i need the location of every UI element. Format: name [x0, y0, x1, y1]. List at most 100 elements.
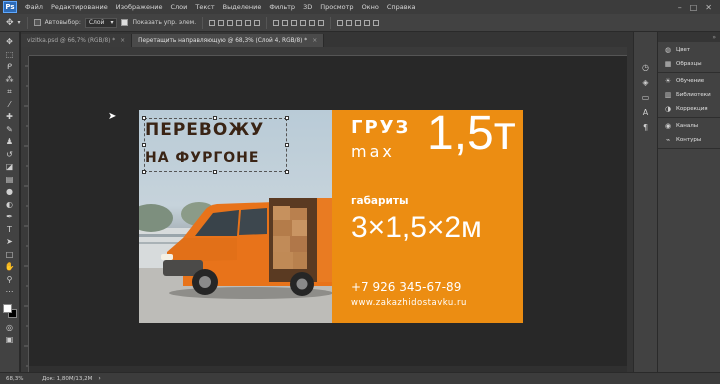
- move-tool-icon[interactable]: ✥: [3, 36, 17, 48]
- align-vcenter-icon[interactable]: [218, 19, 225, 26]
- transform-handle[interactable]: [285, 116, 289, 120]
- align-right-icon[interactable]: [254, 19, 261, 26]
- distribute-bottom-icon[interactable]: [291, 19, 298, 26]
- history-panel-icon[interactable]: ◷: [641, 62, 651, 72]
- close-icon[interactable]: ✕: [705, 3, 712, 12]
- marquee-tool-icon[interactable]: ⬚: [3, 49, 17, 61]
- distribute-top-icon[interactable]: [273, 19, 280, 26]
- stamp-tool-icon[interactable]: ♟: [3, 136, 17, 148]
- weight-value[interactable]: 1,5т: [427, 110, 516, 161]
- ruler-corner[interactable]: [21, 47, 29, 56]
- distribute-left-icon[interactable]: [300, 19, 307, 26]
- character-panel-icon[interactable]: A: [641, 107, 651, 117]
- type-tool-icon[interactable]: T: [3, 224, 17, 236]
- 3d-rotate-icon[interactable]: [337, 19, 344, 26]
- path-selection-tool-icon[interactable]: ➤: [3, 236, 17, 248]
- lasso-tool-icon[interactable]: ᑭ: [3, 61, 17, 73]
- gradient-tool-icon[interactable]: ▤: [3, 174, 17, 186]
- transform-bounding-box[interactable]: [142, 116, 289, 174]
- distribute-vcenter-icon[interactable]: [282, 19, 289, 26]
- color-swatches[interactable]: [2, 303, 18, 321]
- panel-paths[interactable]: ⌁ Контуры: [664, 136, 720, 144]
- autoselect-dropdown[interactable]: Слой ▾: [84, 17, 118, 28]
- transform-handle[interactable]: [285, 143, 289, 147]
- eraser-tool-icon[interactable]: ◪: [3, 161, 17, 173]
- 3d-slide-icon[interactable]: [364, 19, 371, 26]
- tab-active-document[interactable]: Перетащить направляющую @ 68,3% (Слой 4,…: [132, 34, 325, 47]
- layers-panel-icon[interactable]: ◈: [641, 77, 651, 87]
- menu-layers[interactable]: Слои: [166, 3, 191, 11]
- menu-type[interactable]: Текст: [191, 3, 218, 11]
- transform-handle[interactable]: [142, 170, 146, 174]
- paragraph-panel-icon[interactable]: ¶: [641, 122, 651, 132]
- zoom-tool-icon[interactable]: ⚲: [3, 274, 17, 286]
- move-tool-icon[interactable]: ✥: [6, 18, 14, 28]
- transform-handle[interactable]: [142, 116, 146, 120]
- dimensions-value[interactable]: 3×1,5×2м: [351, 211, 482, 245]
- distribute-hcenter-icon[interactable]: [309, 19, 316, 26]
- distribute-right-icon[interactable]: [318, 19, 325, 26]
- document-canvas[interactable]: ПЕРЕВОЖУ НА ФУРГОНЕ ГРУЗ max 1,5т габари…: [139, 110, 523, 323]
- panel-color[interactable]: ◍ Цвет: [664, 46, 720, 54]
- menu-3d[interactable]: 3D: [299, 3, 316, 11]
- horizontal-ruler[interactable]: [29, 47, 627, 56]
- 3d-pan-icon[interactable]: [355, 19, 362, 26]
- website-url[interactable]: www.zakazhidostavku.ru: [351, 298, 467, 308]
- panel-adjustments[interactable]: ◑ Коррекция: [664, 105, 720, 113]
- rectangle-tool-icon[interactable]: □: [3, 249, 17, 261]
- transform-handle[interactable]: [213, 116, 217, 120]
- blur-tool-icon[interactable]: ●: [3, 186, 17, 198]
- dodge-tool-icon[interactable]: ◐: [3, 199, 17, 211]
- panel-libraries[interactable]: ▥ Библиотеки: [664, 91, 720, 99]
- align-left-icon[interactable]: [236, 19, 243, 26]
- maximize-icon[interactable]: □: [690, 3, 698, 12]
- 3d-scale-icon[interactable]: [373, 19, 380, 26]
- menu-filter[interactable]: Фильтр: [265, 3, 299, 11]
- phone-number[interactable]: +7 926 345-67-89: [351, 280, 461, 294]
- brush-tool-icon[interactable]: ✎: [3, 124, 17, 136]
- panel-collapse-bar[interactable]: »: [658, 32, 720, 42]
- cargo-label[interactable]: ГРУЗ: [351, 117, 410, 138]
- history-brush-tool-icon[interactable]: ↺: [3, 149, 17, 161]
- menu-edit[interactable]: Редактирование: [47, 3, 112, 11]
- screen-mode-icon[interactable]: ▣: [3, 334, 17, 346]
- menu-select[interactable]: Выделение: [219, 3, 266, 11]
- magic-wand-tool-icon[interactable]: ⁂: [3, 74, 17, 86]
- hand-tool-icon[interactable]: ✋: [3, 261, 17, 273]
- tab-close-icon[interactable]: ×: [120, 37, 125, 44]
- autoselect-checkbox[interactable]: [33, 19, 41, 26]
- eyedropper-tool-icon[interactable]: ⁄: [3, 99, 17, 111]
- crop-tool-icon[interactable]: ⌗: [3, 86, 17, 98]
- show-controls-checkbox[interactable]: [121, 19, 129, 26]
- tab-vizitka[interactable]: vizitka.psd @ 66,7% (RGB/8) * ×: [21, 34, 133, 47]
- menu-file[interactable]: Файл: [21, 3, 47, 11]
- 3d-roll-icon[interactable]: [346, 19, 353, 26]
- properties-panel-icon[interactable]: ▭: [641, 92, 651, 102]
- menu-view[interactable]: Просмотр: [316, 3, 357, 11]
- quick-mask-icon[interactable]: ◎: [3, 322, 17, 334]
- menu-window[interactable]: Окно: [358, 3, 383, 11]
- align-top-icon[interactable]: [209, 19, 216, 26]
- max-label[interactable]: max: [351, 142, 395, 161]
- status-menu-arrow-icon[interactable]: ›: [92, 375, 100, 382]
- dimensions-label[interactable]: габариты: [351, 195, 408, 207]
- transform-handle[interactable]: [213, 170, 217, 174]
- transform-handle[interactable]: [285, 170, 289, 174]
- menu-help[interactable]: Справка: [383, 3, 420, 11]
- panel-learn[interactable]: ☀ Обучение: [664, 77, 720, 85]
- vertical-ruler[interactable]: [21, 56, 29, 372]
- canvas-area[interactable]: ПЕРЕВОЖУ НА ФУРГОНЕ ГРУЗ max 1,5т габари…: [29, 56, 627, 372]
- panel-channels[interactable]: ◉ Каналы: [664, 122, 720, 130]
- tool-preset-arrow-icon[interactable]: ▾: [18, 19, 21, 26]
- pen-tool-icon[interactable]: ✒: [3, 211, 17, 223]
- align-hcenter-icon[interactable]: [245, 19, 252, 26]
- transform-handle[interactable]: [142, 143, 146, 147]
- tab-close-icon[interactable]: ×: [312, 37, 317, 44]
- align-bottom-icon[interactable]: [227, 19, 234, 26]
- foreground-color-swatch[interactable]: [2, 303, 12, 313]
- minimize-icon[interactable]: –: [678, 3, 682, 12]
- more-tools-icon[interactable]: ⋯: [3, 286, 17, 298]
- panel-swatches[interactable]: ▦ Образцы: [664, 60, 720, 68]
- zoom-level[interactable]: 68,3%: [0, 376, 28, 382]
- healing-brush-tool-icon[interactable]: ✚: [3, 111, 17, 123]
